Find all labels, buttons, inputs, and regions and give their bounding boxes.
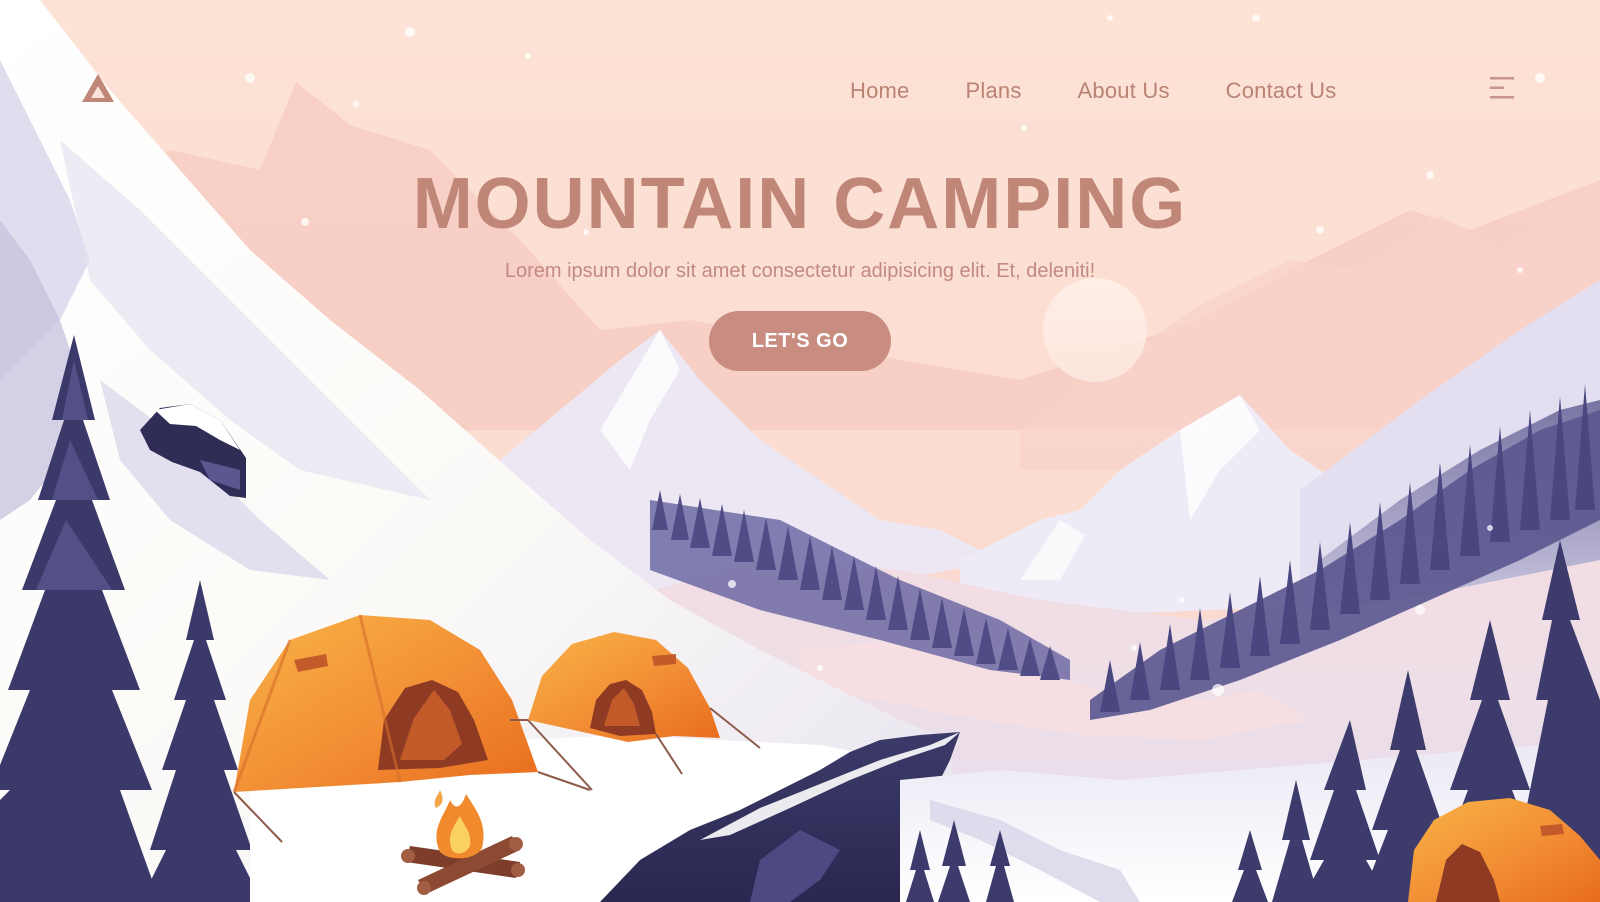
hamburger-menu-icon[interactable]	[1488, 74, 1518, 102]
mountain-camping-landing-page: Home Plans About Us Contact Us MOUNTAIN …	[0, 0, 1600, 902]
hero-title: MOUNTAIN CAMPING	[412, 164, 1188, 244]
nav-item-home[interactable]: Home	[850, 78, 910, 104]
top-navigation-bar: Home Plans About Us Contact Us	[0, 0, 1600, 180]
hero-subtitle: Lorem ipsum dolor sit amet consectetur a…	[504, 260, 1096, 282]
main-nav: Home Plans About Us Contact Us	[850, 78, 1336, 104]
triangle-logo-icon[interactable]	[80, 72, 116, 104]
hero-section: MOUNTAIN CAMPING Lorem ipsum dolor sit a…	[400, 165, 1200, 371]
nav-item-about-us[interactable]: About Us	[1078, 78, 1170, 104]
lets-go-button[interactable]: LET'S GO	[709, 311, 891, 371]
nav-item-contact-us[interactable]: Contact Us	[1226, 78, 1337, 104]
nav-item-plans[interactable]: Plans	[966, 78, 1022, 104]
